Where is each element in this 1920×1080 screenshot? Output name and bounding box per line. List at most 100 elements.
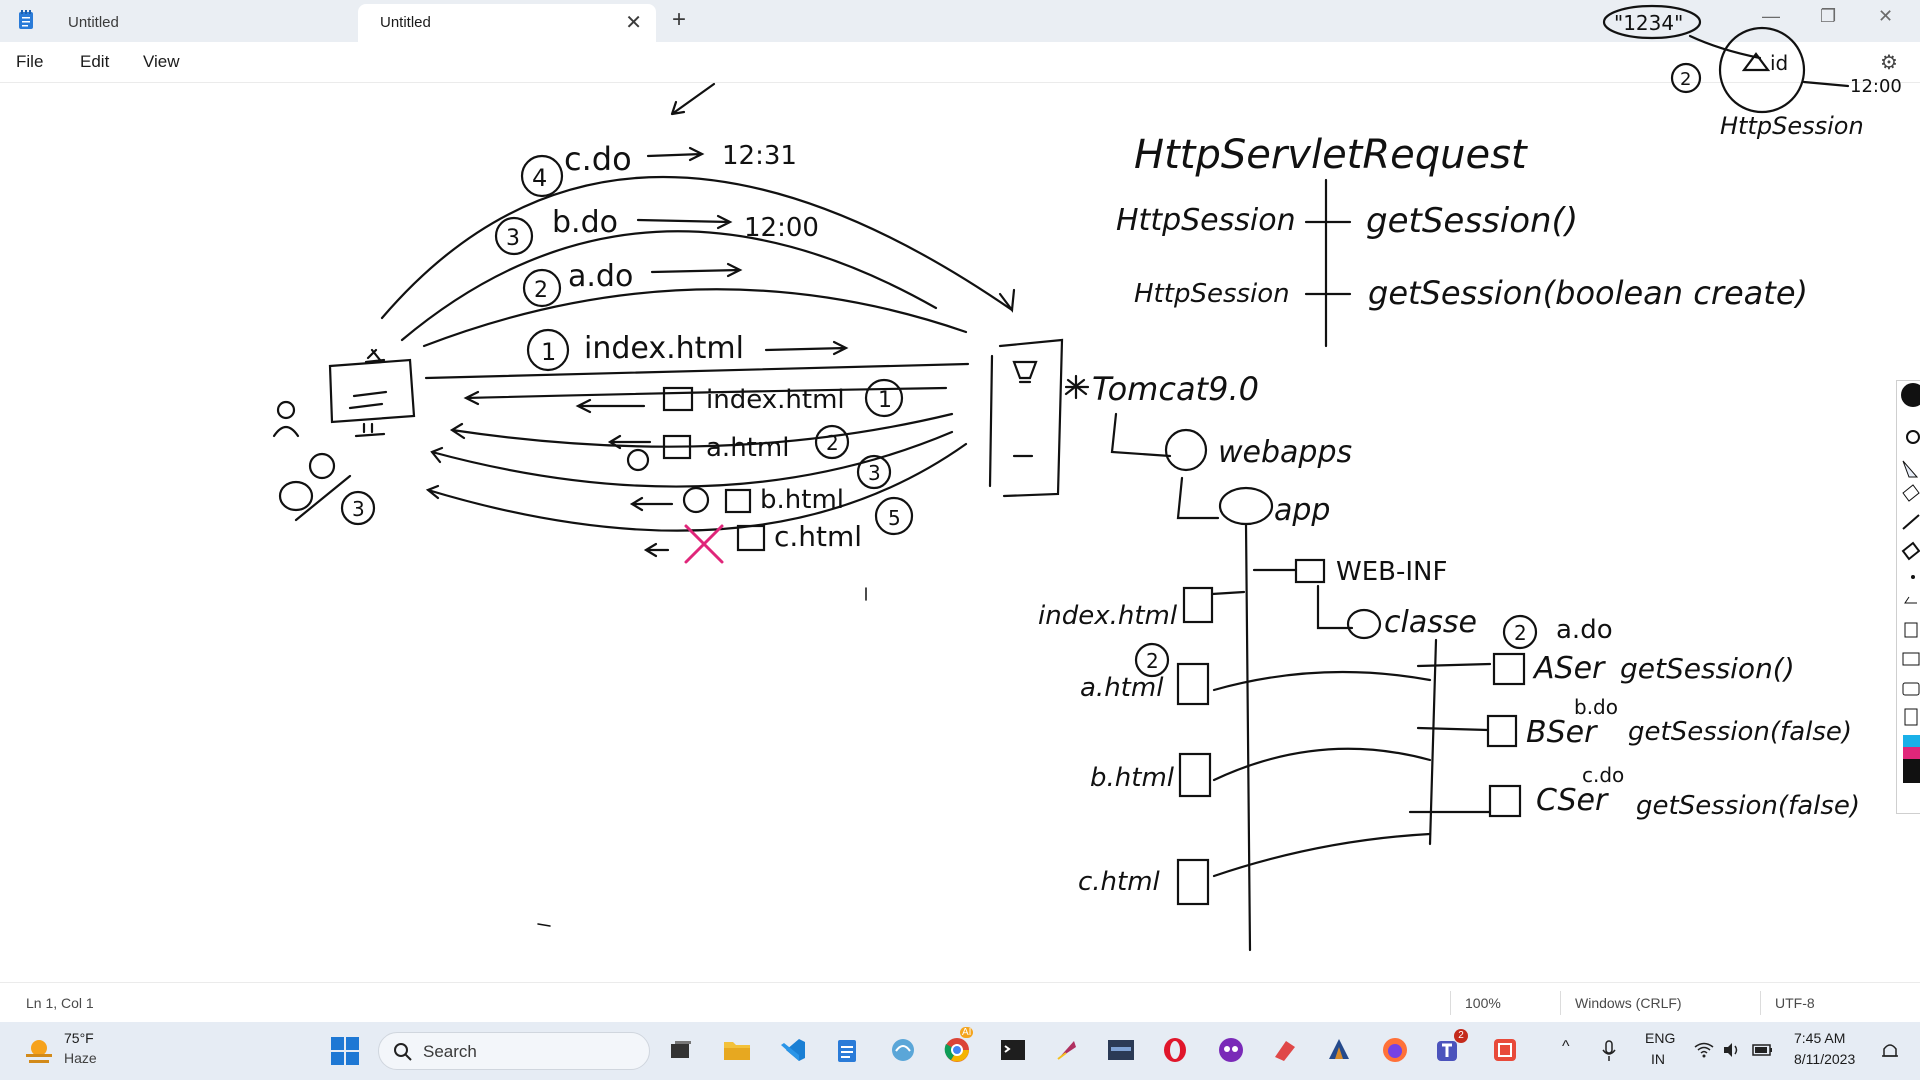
servlet-branch-a [1416,662,1492,668]
resp-a-num-circle [814,424,850,460]
dot-icon[interactable] [1911,575,1915,579]
weather-haze-icon[interactable] [24,1036,54,1066]
arc-index [424,362,970,380]
wing-app-icon[interactable] [886,1033,920,1067]
servlet-a-req: a.do [1556,615,1613,645]
mysql-workbench-icon[interactable] [1104,1033,1138,1067]
req-c-num-circle [520,154,564,198]
file-index-label: index.html [1038,601,1178,631]
taskbar-search[interactable]: Search [378,1032,650,1070]
arc-c [380,175,1014,320]
file-explorer-icon[interactable] [720,1033,754,1067]
req-c-label: c.do [564,140,632,178]
clock-date[interactable]: 8/11/2023 [1794,1051,1855,1067]
file-c-icon [1176,858,1210,906]
new-tab-button[interactable]: + [672,6,686,34]
menu-edit[interactable]: Edit [80,52,109,72]
maximize-button[interactable]: ❐ [1820,6,1836,27]
color-cyan[interactable] [1903,735,1920,747]
req-index-arrow [764,340,849,356]
ink-canvas[interactable]: "1234" id 2 12:00 HttpSession HttpServle… [0,0,1920,1080]
eye-icon[interactable] [1906,430,1920,444]
method-left-1: HttpSession [1116,203,1296,238]
feather-app-icon[interactable] [1050,1033,1084,1067]
servlet-b-call: getSession(false) [1628,717,1852,747]
servlet-a-call: getSession() [1620,652,1795,685]
wifi-icon[interactable] [1694,1042,1714,1058]
menu-view[interactable]: View [143,52,180,72]
user-icon [276,400,296,420]
eraser-icon[interactable] [1902,484,1920,502]
color-black[interactable] [1903,759,1920,783]
chrome-icon[interactable]: AI [940,1027,974,1067]
tab-untitled-1[interactable]: Untitled [46,4,346,42]
notification-bell-icon[interactable] [1880,1040,1900,1062]
client-circle-text: 3 [352,497,365,521]
undo-icon[interactable] [1904,596,1917,604]
req-a-num: 2 [534,278,548,303]
chevron-up-icon[interactable]: ^ [1562,1038,1570,1056]
servlet-a-num-circle [1502,614,1538,650]
microphone-icon[interactable] [1602,1040,1616,1062]
highlighter-icon[interactable] [1901,541,1920,561]
file-index-link [1210,590,1246,596]
volume-icon[interactable] [1722,1042,1742,1058]
terminal-icon[interactable] [996,1033,1030,1067]
doc-icon [736,524,766,552]
servlet-c-req: c.do [1582,763,1624,787]
cookie-icon [308,452,336,480]
file-index-icon [1182,586,1214,624]
pen-tool-icon[interactable] [1901,383,1920,407]
clipboard-icon[interactable] [1904,708,1918,726]
windows-start-icon[interactable] [330,1036,360,1066]
opera-icon[interactable] [1158,1033,1192,1067]
close-tab-icon[interactable]: ✕ [625,10,642,35]
vscode-icon[interactable] [776,1033,810,1067]
task-view-icon[interactable] [664,1033,698,1067]
snipping-tool-icon[interactable] [1488,1033,1522,1067]
camera-icon[interactable] [1902,682,1920,696]
book-app-icon[interactable] [1268,1033,1302,1067]
clock-time[interactable]: 7:45 AM [1794,1030,1845,1046]
firefox-icon[interactable] [1378,1033,1412,1067]
weather-condition: Haze [64,1050,97,1066]
status-divider [1760,991,1761,1015]
settings-gear-icon[interactable]: ⚙ [1880,50,1898,75]
incoming-arrow [670,82,716,116]
resp-index-arrow [575,398,646,414]
weather-temperature: 75°F [64,1030,94,1046]
pen-toolbar [1896,380,1920,814]
status-divider [1450,991,1451,1015]
resp-b-num: 3 [868,461,881,485]
color-magenta[interactable] [1903,747,1920,759]
req-c-arrow [646,146,705,162]
notepad-icon[interactable] [830,1033,864,1067]
minimize-button[interactable]: — [1762,6,1780,27]
resp-a-arrow [607,434,652,450]
client-screen-lines [348,390,388,410]
req-index-num: 1 [541,338,556,366]
server-label: Tomcat9.0 [1092,370,1259,408]
battery-icon[interactable] [1752,1042,1774,1058]
pointer-icon[interactable] [1902,460,1919,478]
tab-untitled-2[interactable]: Untitled ✕ [358,4,656,42]
close-window-button[interactable]: ✕ [1878,6,1893,27]
doc-icon [724,488,752,514]
resp-c-num-circle [874,496,914,536]
trash-icon[interactable] [1904,622,1918,638]
teams-icon[interactable]: 2 [1432,1029,1468,1067]
game-app-icon[interactable] [1322,1033,1356,1067]
pen-line-icon[interactable] [1902,514,1920,530]
tree-line-2 [1176,476,1220,520]
servlet-b-req: b.do [1574,695,1618,719]
menu-file[interactable]: File [16,52,43,72]
screen-icon[interactable] [1902,652,1920,666]
resp-c-arrow [643,542,670,558]
mask-app-icon[interactable] [1214,1033,1248,1067]
notification-badge: 2 [1454,1029,1468,1043]
region-indicator[interactable]: IN [1651,1051,1665,1067]
folder-classes-icon [1346,608,1382,640]
language-indicator[interactable]: ENG [1645,1030,1675,1046]
req-a-arrow [650,262,743,278]
client-circle [340,490,376,526]
